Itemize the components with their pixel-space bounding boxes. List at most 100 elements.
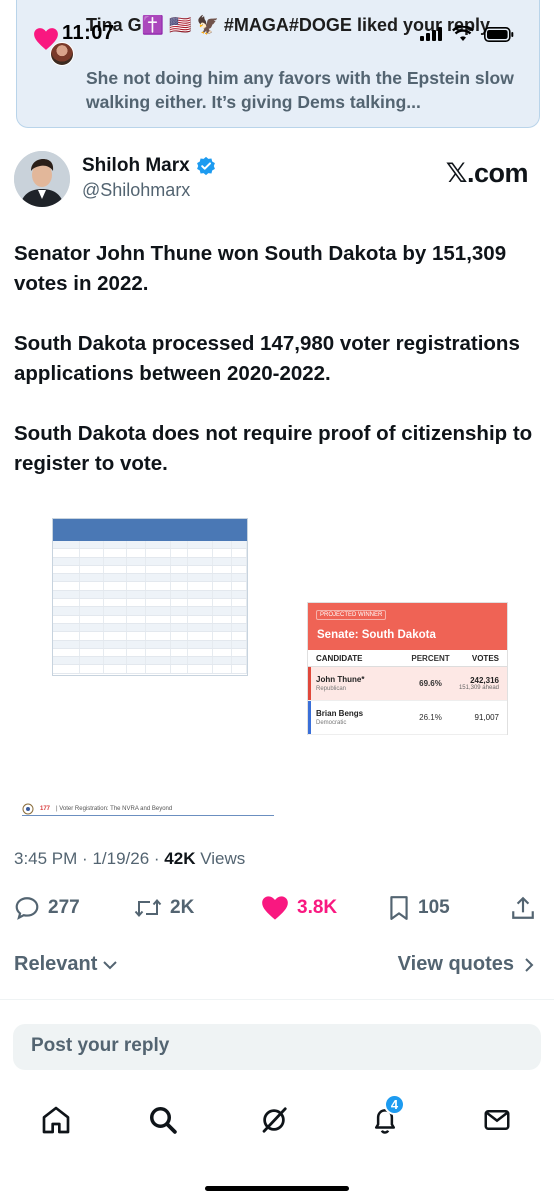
table-image-cell (188, 615, 213, 623)
table-image-cell (171, 607, 189, 615)
author-avatar[interactable] (14, 151, 70, 207)
table-image-cell (171, 574, 189, 582)
table-image-cell (104, 665, 128, 673)
table-image-row (53, 657, 247, 666)
results-title: Senate: South Dakota (317, 629, 436, 641)
table-image-cell (127, 541, 147, 549)
author-name[interactable]: Shiloh Marx (82, 155, 216, 177)
tweet-actions: 277 2K 3.8K 105 (14, 890, 540, 926)
table-image-cell (53, 657, 80, 665)
table-image-cell (104, 565, 128, 574)
chevron-right-icon (525, 957, 534, 972)
sort-label: Relevant (14, 953, 98, 975)
table-image-cell (127, 599, 147, 607)
table-image-cell (188, 574, 213, 582)
table-image-cell (104, 549, 128, 557)
document-strip-image[interactable]: 177 | Voter Registration: The NVRA and B… (22, 802, 274, 816)
home-indicator (205, 1186, 349, 1191)
table-image-cell (127, 574, 147, 582)
table-image-cell (127, 557, 147, 565)
table-image-cell (80, 615, 105, 623)
status-icons (420, 26, 514, 42)
table-image-cell (232, 615, 247, 623)
nav-search[interactable] (143, 1100, 183, 1140)
table-image-cell (104, 590, 128, 599)
bookmark-icon (390, 896, 408, 920)
table-image-cell (80, 607, 105, 615)
reply-input[interactable]: Post your reply (13, 1024, 541, 1070)
table-image-cell (80, 565, 105, 574)
table-image-cell (80, 648, 105, 657)
notification-body: She not doing him any favors with the Ep… (86, 68, 514, 112)
tweet-time: 3:45 PM (14, 849, 78, 868)
nav-messages[interactable] (477, 1100, 517, 1140)
table-image-cell (80, 632, 105, 640)
table-image-cell (188, 557, 213, 565)
table-image-cell (213, 665, 232, 673)
column-votes: VOTES (471, 653, 499, 663)
meta-separator: · (82, 849, 93, 868)
table-image-cell (127, 549, 147, 557)
table-image-cell (80, 640, 105, 648)
table-image-cell (127, 648, 147, 657)
table-image-cell (213, 549, 232, 557)
table-image-cell (171, 590, 189, 599)
nav-home[interactable] (36, 1100, 76, 1140)
table-image-cell (213, 632, 232, 640)
table-image-cell (171, 549, 189, 557)
table-image-row (53, 640, 247, 649)
table-image-cell (232, 541, 247, 549)
like-button[interactable]: 3.8K (261, 890, 337, 926)
table-image-cell (171, 623, 189, 632)
chevron-down-icon (103, 960, 118, 969)
table-image-cell (127, 590, 147, 599)
table-image-cell (232, 574, 247, 582)
tweet-paragraph: Senator John Thune won South Dakota by 1… (14, 242, 507, 295)
table-image-row (53, 565, 247, 575)
author-handle[interactable]: @Shilohmarx (82, 180, 190, 201)
view-quotes-label: View quotes (397, 953, 514, 975)
search-icon (150, 1107, 177, 1134)
table-image-cell (188, 599, 213, 607)
table-image-cell (232, 582, 247, 590)
election-results-image[interactable]: PROJECTED WINNER Senate: South Dakota CA… (307, 602, 508, 735)
table-image-cell (188, 623, 213, 632)
bookmark-button[interactable]: 105 (388, 890, 450, 926)
table-image-cell (188, 648, 213, 657)
reply-sort-dropdown[interactable]: Relevant (14, 953, 119, 976)
table-image-cell (146, 648, 171, 657)
table-image-cell (188, 590, 213, 599)
table-image-cell (232, 565, 247, 574)
table-image-cell (171, 599, 189, 607)
home-icon (42, 1106, 70, 1134)
table-image-cell (104, 623, 128, 632)
table-image-row (53, 599, 247, 608)
reply-button[interactable]: 277 (14, 890, 80, 926)
table-image-cell (127, 657, 147, 665)
reply-icon (15, 897, 39, 920)
share-button[interactable] (510, 890, 536, 926)
liker-avatar (50, 42, 74, 66)
table-image-cell (146, 615, 171, 623)
table-image-cell (53, 623, 80, 632)
repost-button[interactable]: 2K (134, 890, 194, 926)
table-image-row (53, 623, 247, 633)
table-image-row (53, 607, 247, 616)
table-image-cell (188, 665, 213, 673)
table-image-row (53, 582, 247, 591)
grok-icon (262, 1107, 287, 1133)
author-photo (14, 151, 70, 207)
candidate-margin: 151,309 ahead (458, 685, 499, 691)
repost-count: 2K (170, 897, 195, 918)
mail-icon (484, 1110, 510, 1130)
share-icon (512, 896, 534, 919)
table-image-cell (188, 640, 213, 648)
nav-notifications[interactable]: 4 (365, 1094, 405, 1140)
nav-grok[interactable] (254, 1100, 294, 1140)
view-quotes-link[interactable]: View quotes (398, 953, 536, 976)
registration-table-image[interactable] (52, 518, 248, 676)
table-image-cell (188, 549, 213, 557)
candidate-row: John Thune* Republican 69.6% 242,316 151… (308, 667, 507, 701)
table-image-cell (127, 632, 147, 640)
table-image-row (53, 615, 247, 624)
